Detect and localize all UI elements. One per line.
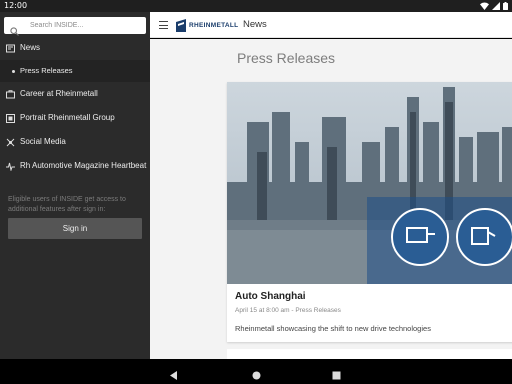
- logo-text: RHEINMETALL: [189, 21, 239, 29]
- sidebar-item-social-media[interactable]: Social Media: [0, 131, 150, 153]
- news-card-next[interactable]: [227, 349, 512, 359]
- search-input[interactable]: Search INSIDE...: [4, 17, 146, 36]
- recents-icon[interactable]: [331, 366, 342, 380]
- system-navigation-bar: [0, 359, 512, 384]
- status-bar: 12:00: [0, 0, 512, 12]
- career-icon: [6, 90, 15, 99]
- sidebar-item-label: Career at Rheinmetall: [20, 89, 98, 98]
- social-media-icon: [6, 138, 15, 147]
- page-title: News: [243, 19, 267, 30]
- section-title: Press Releases: [237, 50, 336, 66]
- sidebar-item-career[interactable]: Career at Rheinmetall: [0, 83, 150, 105]
- news-card[interactable]: Auto Shanghai April 15 at 8:00 am - Pres…: [227, 82, 512, 342]
- heartbeat-icon: [6, 162, 15, 172]
- status-icons: [480, 2, 508, 10]
- wifi-icon: [480, 2, 489, 10]
- logo-mark-icon: [176, 18, 186, 32]
- sidebar-item-portrait[interactable]: Portrait Rheinmetall Group: [0, 107, 150, 129]
- main-content: Press Releases Auto Shanghai April 15 at…: [150, 39, 512, 359]
- bullet-icon: [12, 70, 15, 73]
- news-card-image: [227, 82, 512, 284]
- news-card-meta: April 15 at 8:00 am - Press Releases: [235, 307, 341, 314]
- status-time: 12:00: [4, 1, 28, 10]
- home-icon[interactable]: [251, 366, 262, 380]
- navigation-drawer: Search INSIDE... News Press Releases Car…: [0, 12, 150, 359]
- sidebar-item-label: Press Releases: [20, 66, 73, 75]
- sidebar-item-label: Social Media: [20, 137, 66, 146]
- sign-in-hint: Eligible users of INSIDE get access to a…: [8, 196, 126, 213]
- sidebar-item-heartbeat[interactable]: Rh Automotive Magazine Heartbeat: [0, 155, 150, 177]
- news-card-teaser: Rheinmetall showcasing the shift to new …: [235, 324, 431, 333]
- sign-in-button[interactable]: Sign in: [8, 218, 142, 239]
- sidebar-item-news[interactable]: News: [0, 37, 150, 59]
- sidebar-item-label: Portrait Rheinmetall Group: [20, 113, 115, 122]
- search-placeholder: Search INSIDE...: [30, 22, 84, 29]
- back-icon[interactable]: [168, 366, 179, 380]
- app-bar: RHEINMETALL News: [150, 12, 512, 38]
- menu-icon[interactable]: [159, 21, 168, 29]
- portrait-icon: [6, 114, 15, 123]
- sidebar-item-label: News: [20, 43, 41, 52]
- sidebar-item-label: Rh Automotive Magazine Heartbeat: [20, 161, 147, 170]
- news-icon: [6, 44, 15, 53]
- news-card-headline: Auto Shanghai: [235, 291, 306, 302]
- search-icon: [10, 21, 19, 36]
- signal-icon: [492, 2, 500, 10]
- sidebar-item-press-releases[interactable]: Press Releases: [0, 60, 150, 82]
- rheinmetall-logo: RHEINMETALL: [176, 18, 238, 32]
- battery-icon: [503, 2, 508, 10]
